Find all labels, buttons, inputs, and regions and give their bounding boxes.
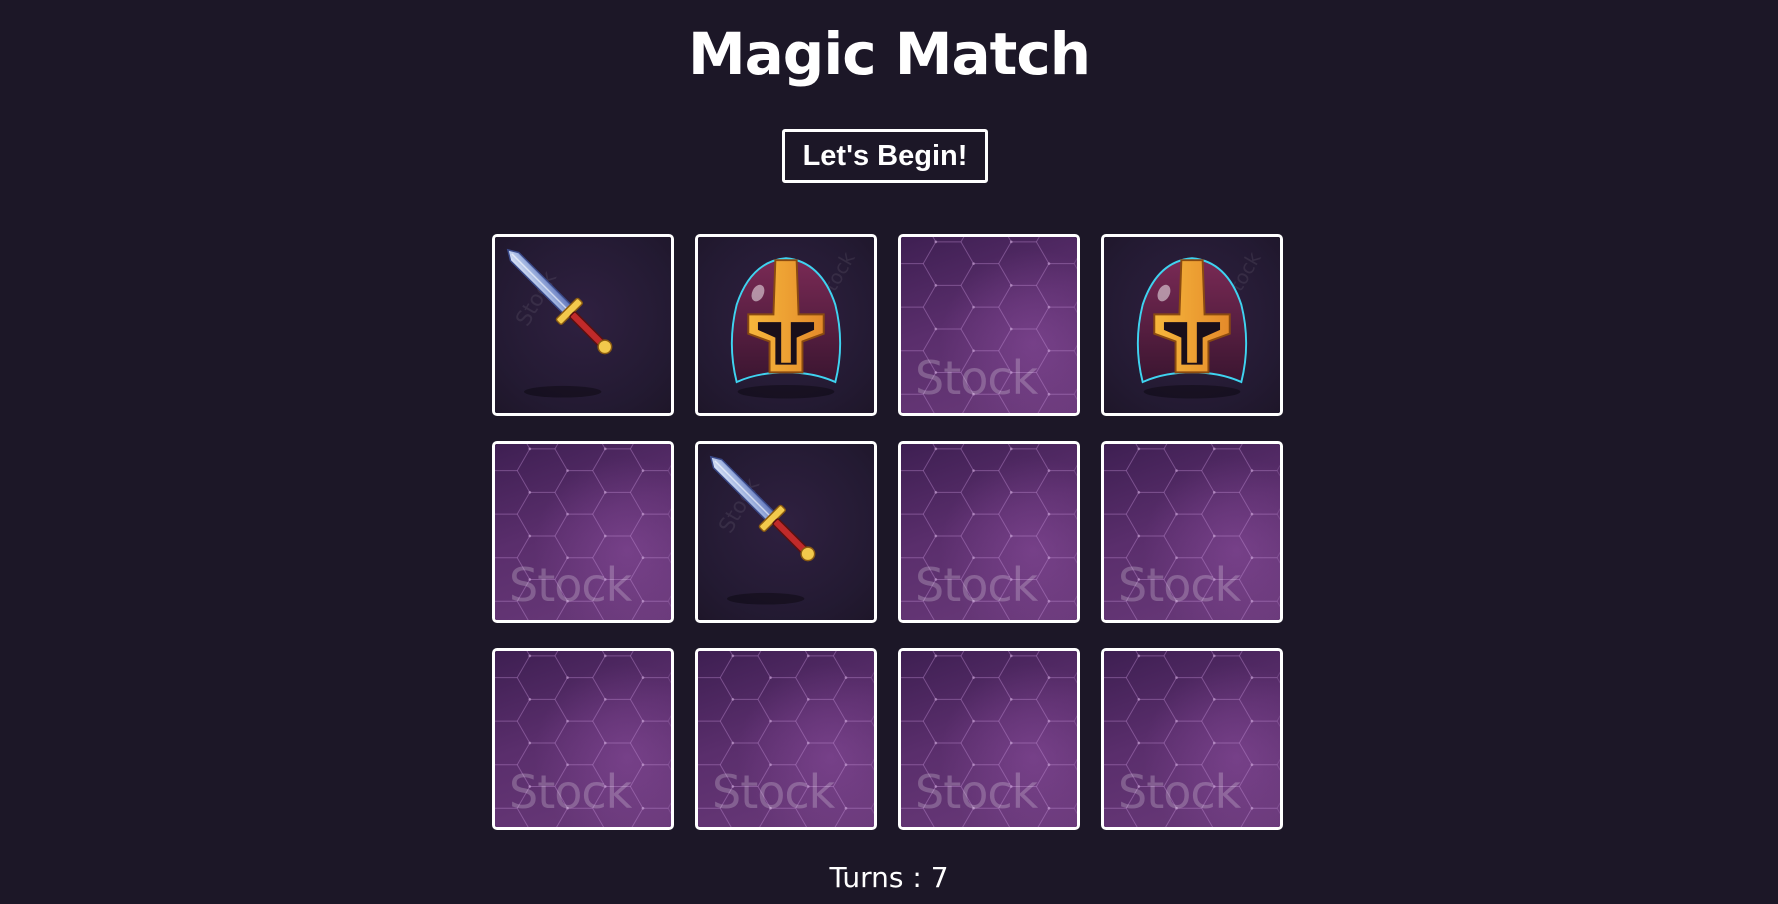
card-front: Stock <box>698 237 874 413</box>
card-back: Stock <box>698 651 874 827</box>
card-11[interactable]: Stock <box>898 648 1080 830</box>
card-grid: Stock Stock Stock Stock Stock Stock Stock Stock… <box>492 234 1286 830</box>
card-4[interactable]: Stock <box>1101 234 1283 416</box>
card-back: Stock <box>1104 444 1280 620</box>
card-back-watermark: Stock <box>1118 765 1241 819</box>
card-5[interactable]: Stock <box>492 441 674 623</box>
card-back-watermark: Stock <box>509 765 632 819</box>
card-back: Stock <box>495 444 671 620</box>
card-back-watermark: Stock <box>1118 558 1241 612</box>
card-back-watermark: Stock <box>915 765 1038 819</box>
game-page: Magic Match Let's Begin! Stock Stock Stock… <box>0 0 1778 904</box>
card-3[interactable]: Stock <box>898 234 1080 416</box>
card-10[interactable]: Stock <box>695 648 877 830</box>
card-6[interactable]: Stock <box>695 441 877 623</box>
card-2[interactable]: Stock <box>695 234 877 416</box>
helmet-icon: Stock <box>1136 247 1266 399</box>
card-front: Stock <box>1104 237 1280 413</box>
card-back: Stock <box>495 651 671 827</box>
card-back: Stock <box>901 237 1077 413</box>
card-7[interactable]: Stock <box>898 441 1080 623</box>
card-12[interactable]: Stock <box>1101 648 1283 830</box>
game-title: Magic Match <box>687 20 1091 88</box>
start-game-button[interactable]: Let's Begin! <box>782 129 988 183</box>
card-back: Stock <box>1104 651 1280 827</box>
card-back: Stock <box>901 444 1077 620</box>
card-front: Stock <box>698 444 874 620</box>
card-back-watermark: Stock <box>915 558 1038 612</box>
turns-label: Turns : <box>829 861 922 894</box>
card-8[interactable]: Stock <box>1101 441 1283 623</box>
card-back: Stock <box>901 651 1077 827</box>
turns-value: 7 <box>930 861 949 894</box>
card-1[interactable]: Stock <box>492 234 674 416</box>
card-back-watermark: Stock <box>509 558 632 612</box>
sword-icon: Stock <box>709 455 816 605</box>
card-back-watermark: Stock <box>915 351 1038 405</box>
card-front: Stock <box>495 237 671 413</box>
card-back-watermark: Stock <box>712 765 835 819</box>
helmet-icon: Stock <box>730 247 860 399</box>
card-9[interactable]: Stock <box>492 648 674 830</box>
turns-counter: Turns : 7 <box>0 858 1778 898</box>
sword-icon: Stock <box>506 248 613 398</box>
